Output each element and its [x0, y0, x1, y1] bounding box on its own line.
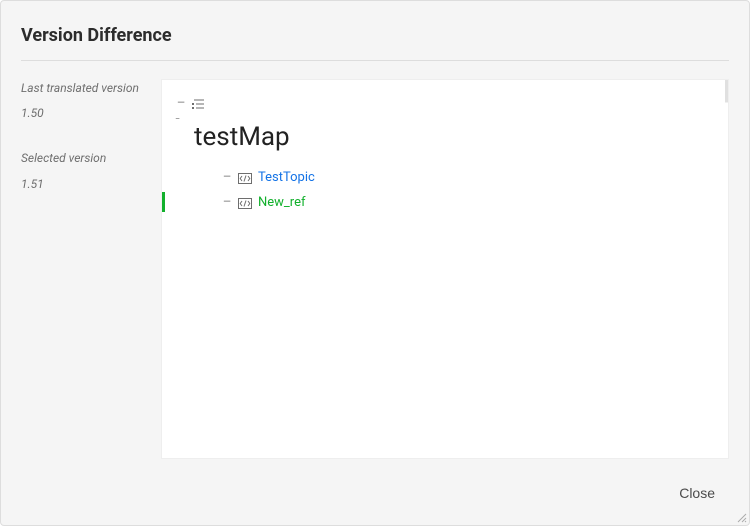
version-difference-dialog: Version Difference Last translated versi…	[0, 0, 750, 526]
dialog-header: Version Difference	[1, 1, 749, 60]
resize-handle-icon[interactable]	[735, 511, 747, 523]
code-box-icon	[238, 198, 252, 209]
map-title: testMap	[194, 122, 714, 152]
topic-link-added[interactable]: New_ref	[258, 193, 306, 214]
diff-added-marker	[162, 192, 165, 212]
tree-item[interactable]: — New_ref	[222, 193, 714, 214]
last-translated-value: 1.50	[21, 104, 141, 123]
tree-item[interactable]: — TestTopic	[222, 168, 714, 189]
collapse-toggle-icon[interactable]: —	[222, 170, 232, 186]
code-box-icon	[238, 173, 252, 184]
selected-version-label: Selected version	[21, 149, 141, 168]
dialog-title: Version Difference	[21, 25, 729, 46]
dialog-footer: Close	[1, 469, 749, 525]
collapse-toggle-icon[interactable]: —	[222, 195, 232, 211]
topic-link[interactable]: TestTopic	[258, 168, 315, 189]
close-button[interactable]: Close	[669, 479, 725, 507]
selected-version-value: 1.51	[21, 175, 141, 194]
dialog-body: Last translated version 1.50 Selected ve…	[1, 61, 749, 469]
version-sidebar: Last translated version 1.50 Selected ve…	[21, 79, 141, 459]
selected-version-block: Selected version 1.51	[21, 149, 141, 193]
diff-content-panel: — ¯ testMap —	[161, 79, 729, 459]
title-prefix-mark: ¯	[175, 116, 180, 129]
collapse-toggle-icon[interactable]: —	[176, 96, 186, 112]
last-translated-label: Last translated version	[21, 79, 141, 98]
tree-children: — TestTopic —	[222, 168, 714, 214]
map-tree: — ¯ testMap —	[162, 80, 728, 234]
tree-root-row[interactable]: —	[176, 96, 714, 112]
list-icon	[192, 98, 206, 110]
last-translated-block: Last translated version 1.50	[21, 79, 141, 123]
scrollbar-vertical[interactable]	[725, 80, 728, 458]
